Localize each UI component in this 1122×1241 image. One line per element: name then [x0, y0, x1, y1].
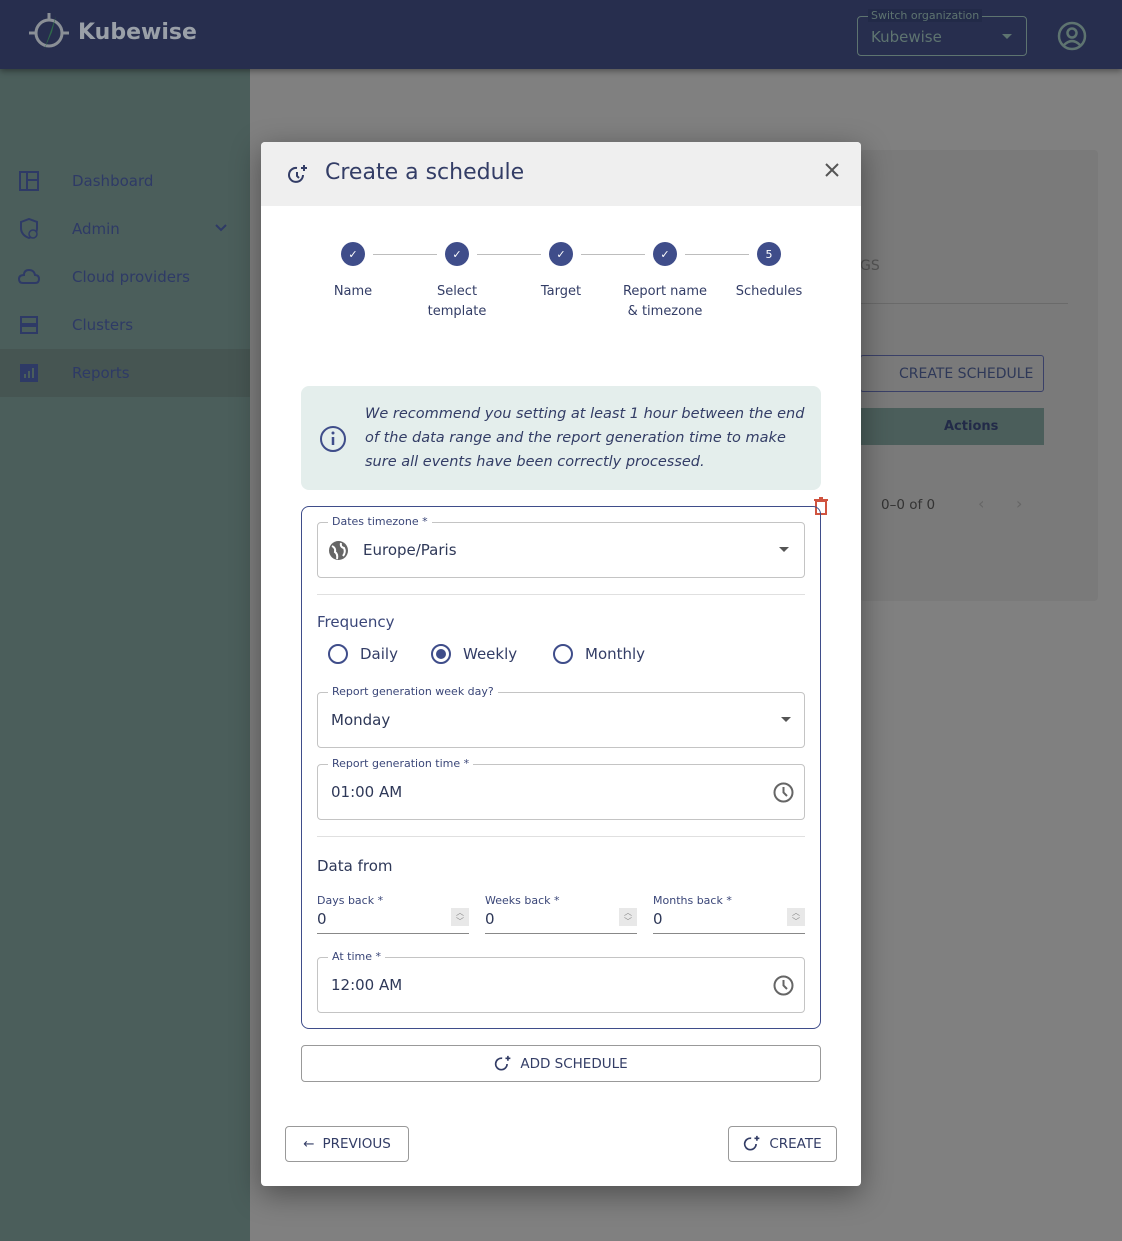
spinner-icon[interactable]: ︿ ﹀ [787, 908, 805, 926]
background-card: GS CREATE SCHEDULE Actions 0–0 of 0 ‹ › [860, 150, 1098, 601]
schedule-add-icon [744, 1135, 760, 1151]
previous-page-icon[interactable]: ‹ [978, 494, 984, 513]
create-button[interactable]: CREATE [728, 1126, 837, 1162]
schedule-card: Dates timezone * Europe/Paris Frequency … [301, 506, 821, 1029]
schedule-add-icon [495, 1055, 511, 1070]
reports-icon [20, 364, 38, 382]
timezone-select[interactable]: Dates timezone * Europe/Paris [317, 515, 805, 578]
sidebar-item-clusters[interactable]: Clusters [0, 301, 250, 349]
radio-daily[interactable]: Daily [328, 644, 398, 664]
arrow-left-icon: ← [303, 1136, 315, 1152]
clusters-icon [20, 316, 38, 334]
check-icon: ✓ [549, 242, 573, 266]
kubewise-logo-icon [29, 13, 69, 50]
caret-down-icon [781, 717, 791, 727]
weeks-back-input[interactable]: Weeks back * 0 ︿ ﹀ [485, 894, 637, 934]
info-alert: We recommend you setting at least 1 hour… [301, 386, 821, 490]
divider [317, 836, 805, 837]
sidebar-item-dashboard[interactable]: Dashboard [0, 157, 250, 205]
weekday-value: Monday [331, 711, 391, 729]
globe-icon [329, 541, 348, 560]
account-icon[interactable] [1057, 21, 1087, 51]
sidebar-item-label: Clusters [72, 316, 134, 334]
radio-icon [553, 644, 573, 664]
sidebar-item-label: Cloud providers [72, 268, 190, 286]
sidebar-item-cloud-providers[interactable]: Cloud providers [0, 253, 250, 301]
step-connector [477, 254, 541, 255]
organization-label: Switch organization [868, 9, 983, 22]
info-icon [320, 426, 346, 452]
actions-column-header: Actions [860, 408, 1044, 445]
step-connector [581, 254, 645, 255]
timezone-value: Europe/Paris [363, 541, 457, 559]
clock-icon[interactable] [773, 975, 794, 996]
create-schedule-button[interactable]: CREATE SCHEDULE [860, 355, 1044, 392]
tab-fragment: GS [860, 258, 880, 274]
dialog-header: Create a schedule [261, 142, 861, 206]
frequency-label: Frequency [317, 613, 395, 631]
cloud-icon [18, 268, 40, 284]
at-time-input[interactable]: At time * 12:00 AM [317, 950, 805, 1013]
pagination-text: 0–0 of 0 [881, 497, 936, 513]
organization-select[interactable]: Switch organization Kubewise [857, 9, 1027, 56]
check-icon: ✓ [653, 242, 677, 266]
sidebar-item-label: Admin [72, 220, 120, 238]
next-page-icon[interactable]: › [1016, 494, 1022, 513]
radio-weekly[interactable]: Weekly [431, 644, 517, 664]
divider [860, 303, 1068, 304]
spinner-icon[interactable]: ︿ ﹀ [619, 908, 637, 926]
generation-time-input[interactable]: Report generation time * 01:00 AM [317, 757, 805, 820]
organization-value: Kubewise [871, 28, 942, 46]
schedule-add-icon [288, 165, 307, 183]
brand-name: Kubewise [78, 20, 197, 45]
previous-button[interactable]: ← PREVIOUS [285, 1126, 409, 1162]
sidebar: Dashboard Admin Cloud providers Clusters… [0, 69, 250, 1241]
sidebar-item-reports[interactable]: Reports [0, 349, 250, 397]
check-icon: ✓ [341, 242, 365, 266]
clock-icon[interactable] [773, 782, 794, 803]
admin-shield-icon [20, 218, 38, 240]
dashboard-icon [19, 171, 39, 191]
data-from-label: Data from [317, 857, 393, 875]
add-schedule-button[interactable]: ADD SCHEDULE [301, 1045, 821, 1082]
step-connector [373, 254, 437, 255]
check-icon: ✓ [445, 242, 469, 266]
step-connector [685, 254, 749, 255]
radio-icon [328, 644, 348, 664]
dialog-title: Create a schedule [325, 160, 525, 185]
radio-checked-icon [431, 644, 451, 664]
close-icon[interactable] [824, 162, 840, 178]
divider [317, 594, 805, 595]
months-back-input[interactable]: Months back * 0 ︿ ﹀ [653, 894, 805, 934]
sidebar-item-admin[interactable]: Admin [0, 205, 250, 253]
days-back-input[interactable]: Days back * 0 ︿ ﹀ [317, 894, 469, 934]
weekday-select[interactable]: Report generation week day? Monday [317, 685, 805, 748]
top-bar: Kubewise Switch organization Kubewise [0, 0, 1122, 69]
caret-down-icon [779, 547, 789, 557]
caret-down-icon [1002, 34, 1012, 44]
sidebar-item-label: Reports [72, 364, 130, 382]
radio-monthly[interactable]: Monthly [553, 644, 645, 664]
chevron-down-icon[interactable] [214, 223, 228, 233]
create-schedule-dialog: Create a schedule ✓ Name ✓ Select template… [261, 142, 861, 1186]
info-text: We recommend you setting at least 1 hour… [365, 406, 805, 470]
sidebar-item-label: Dashboard [72, 172, 154, 190]
spinner-icon[interactable]: ︿ ﹀ [451, 908, 469, 926]
